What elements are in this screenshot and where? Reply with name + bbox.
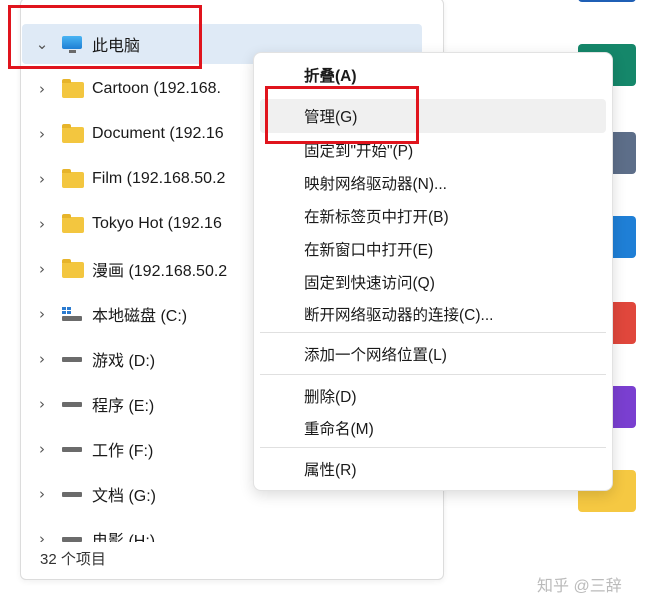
menu-item-open-new-tab[interactable]: 在新标签页中打开(B) [260,199,606,233]
chevron-right-icon[interactable]: › [32,260,52,278]
watermark-text: 知乎 @三辞 [537,578,622,595]
folder-icon [60,79,84,98]
folder-icon [60,259,84,278]
app-tile-blue-icon[interactable] [578,0,636,2]
chevron-right-icon[interactable]: › [32,215,52,233]
drive-icon [60,440,84,458]
tree-item-label: 本地磁盘 (C:) [92,308,188,325]
tree-item-label: Document (192.16 [92,125,224,142]
tree-item-label: 文档 (G:) [92,488,156,505]
status-bar-item-count: 32 个项目 [40,551,106,568]
windows-drive-icon [60,305,84,323]
drive-icon [60,530,84,542]
folder-icon [60,169,84,188]
chevron-right-icon[interactable]: › [32,125,52,143]
chevron-right-icon[interactable]: › [32,350,52,368]
drive-icon [60,485,84,503]
menu-item-properties[interactable]: 属性(R) [260,452,606,486]
chevron-right-icon[interactable]: › [32,485,52,503]
menu-item-rename[interactable]: 重命名(M) [260,411,606,445]
chevron-right-icon[interactable]: › [32,530,52,542]
chevron-right-icon[interactable]: › [32,170,52,188]
chevron-right-icon[interactable]: › [32,80,52,98]
menu-separator [260,447,606,448]
tree-item-drive-h[interactable]: › 电影 (H:) [22,519,422,542]
tree-item-label: Tokyo Hot (192.16 [92,215,222,232]
drive-icon [60,395,84,413]
annotation-box-this-pc [8,5,202,69]
menu-separator [260,374,606,375]
menu-separator [260,332,606,333]
annotation-box-manage [265,86,419,144]
tree-item-label: 工作 (F:) [92,443,154,460]
menu-item-pin-quick-access[interactable]: 固定到快速访问(Q) [260,265,606,299]
tree-item-label: Film (192.168.50.2 [92,170,226,187]
chevron-right-icon[interactable]: › [32,395,52,413]
tree-item-label: 电影 (H:) [92,533,156,542]
tree-item-label: Cartoon (192.168. [92,80,221,97]
menu-item-map-network-drive[interactable]: 映射网络驱动器(N)... [260,166,606,200]
menu-item-open-new-window[interactable]: 在新窗口中打开(E) [260,232,606,266]
chevron-right-icon[interactable]: › [32,440,52,458]
tree-item-label: 漫画 (192.168.50.2 [92,263,228,280]
drive-icon [60,350,84,368]
menu-item-disconnect-network-drive[interactable]: 断开网络驱动器的连接(C)... [260,297,606,331]
tree-item-label: 程序 (E:) [92,398,155,415]
menu-item-add-network-location[interactable]: 添加一个网络位置(L) [260,337,606,371]
folder-icon [60,214,84,233]
tree-item-label: 游戏 (D:) [92,353,156,370]
chevron-right-icon[interactable]: › [32,305,52,323]
folder-icon [60,124,84,143]
menu-item-delete[interactable]: 删除(D) [260,379,606,413]
